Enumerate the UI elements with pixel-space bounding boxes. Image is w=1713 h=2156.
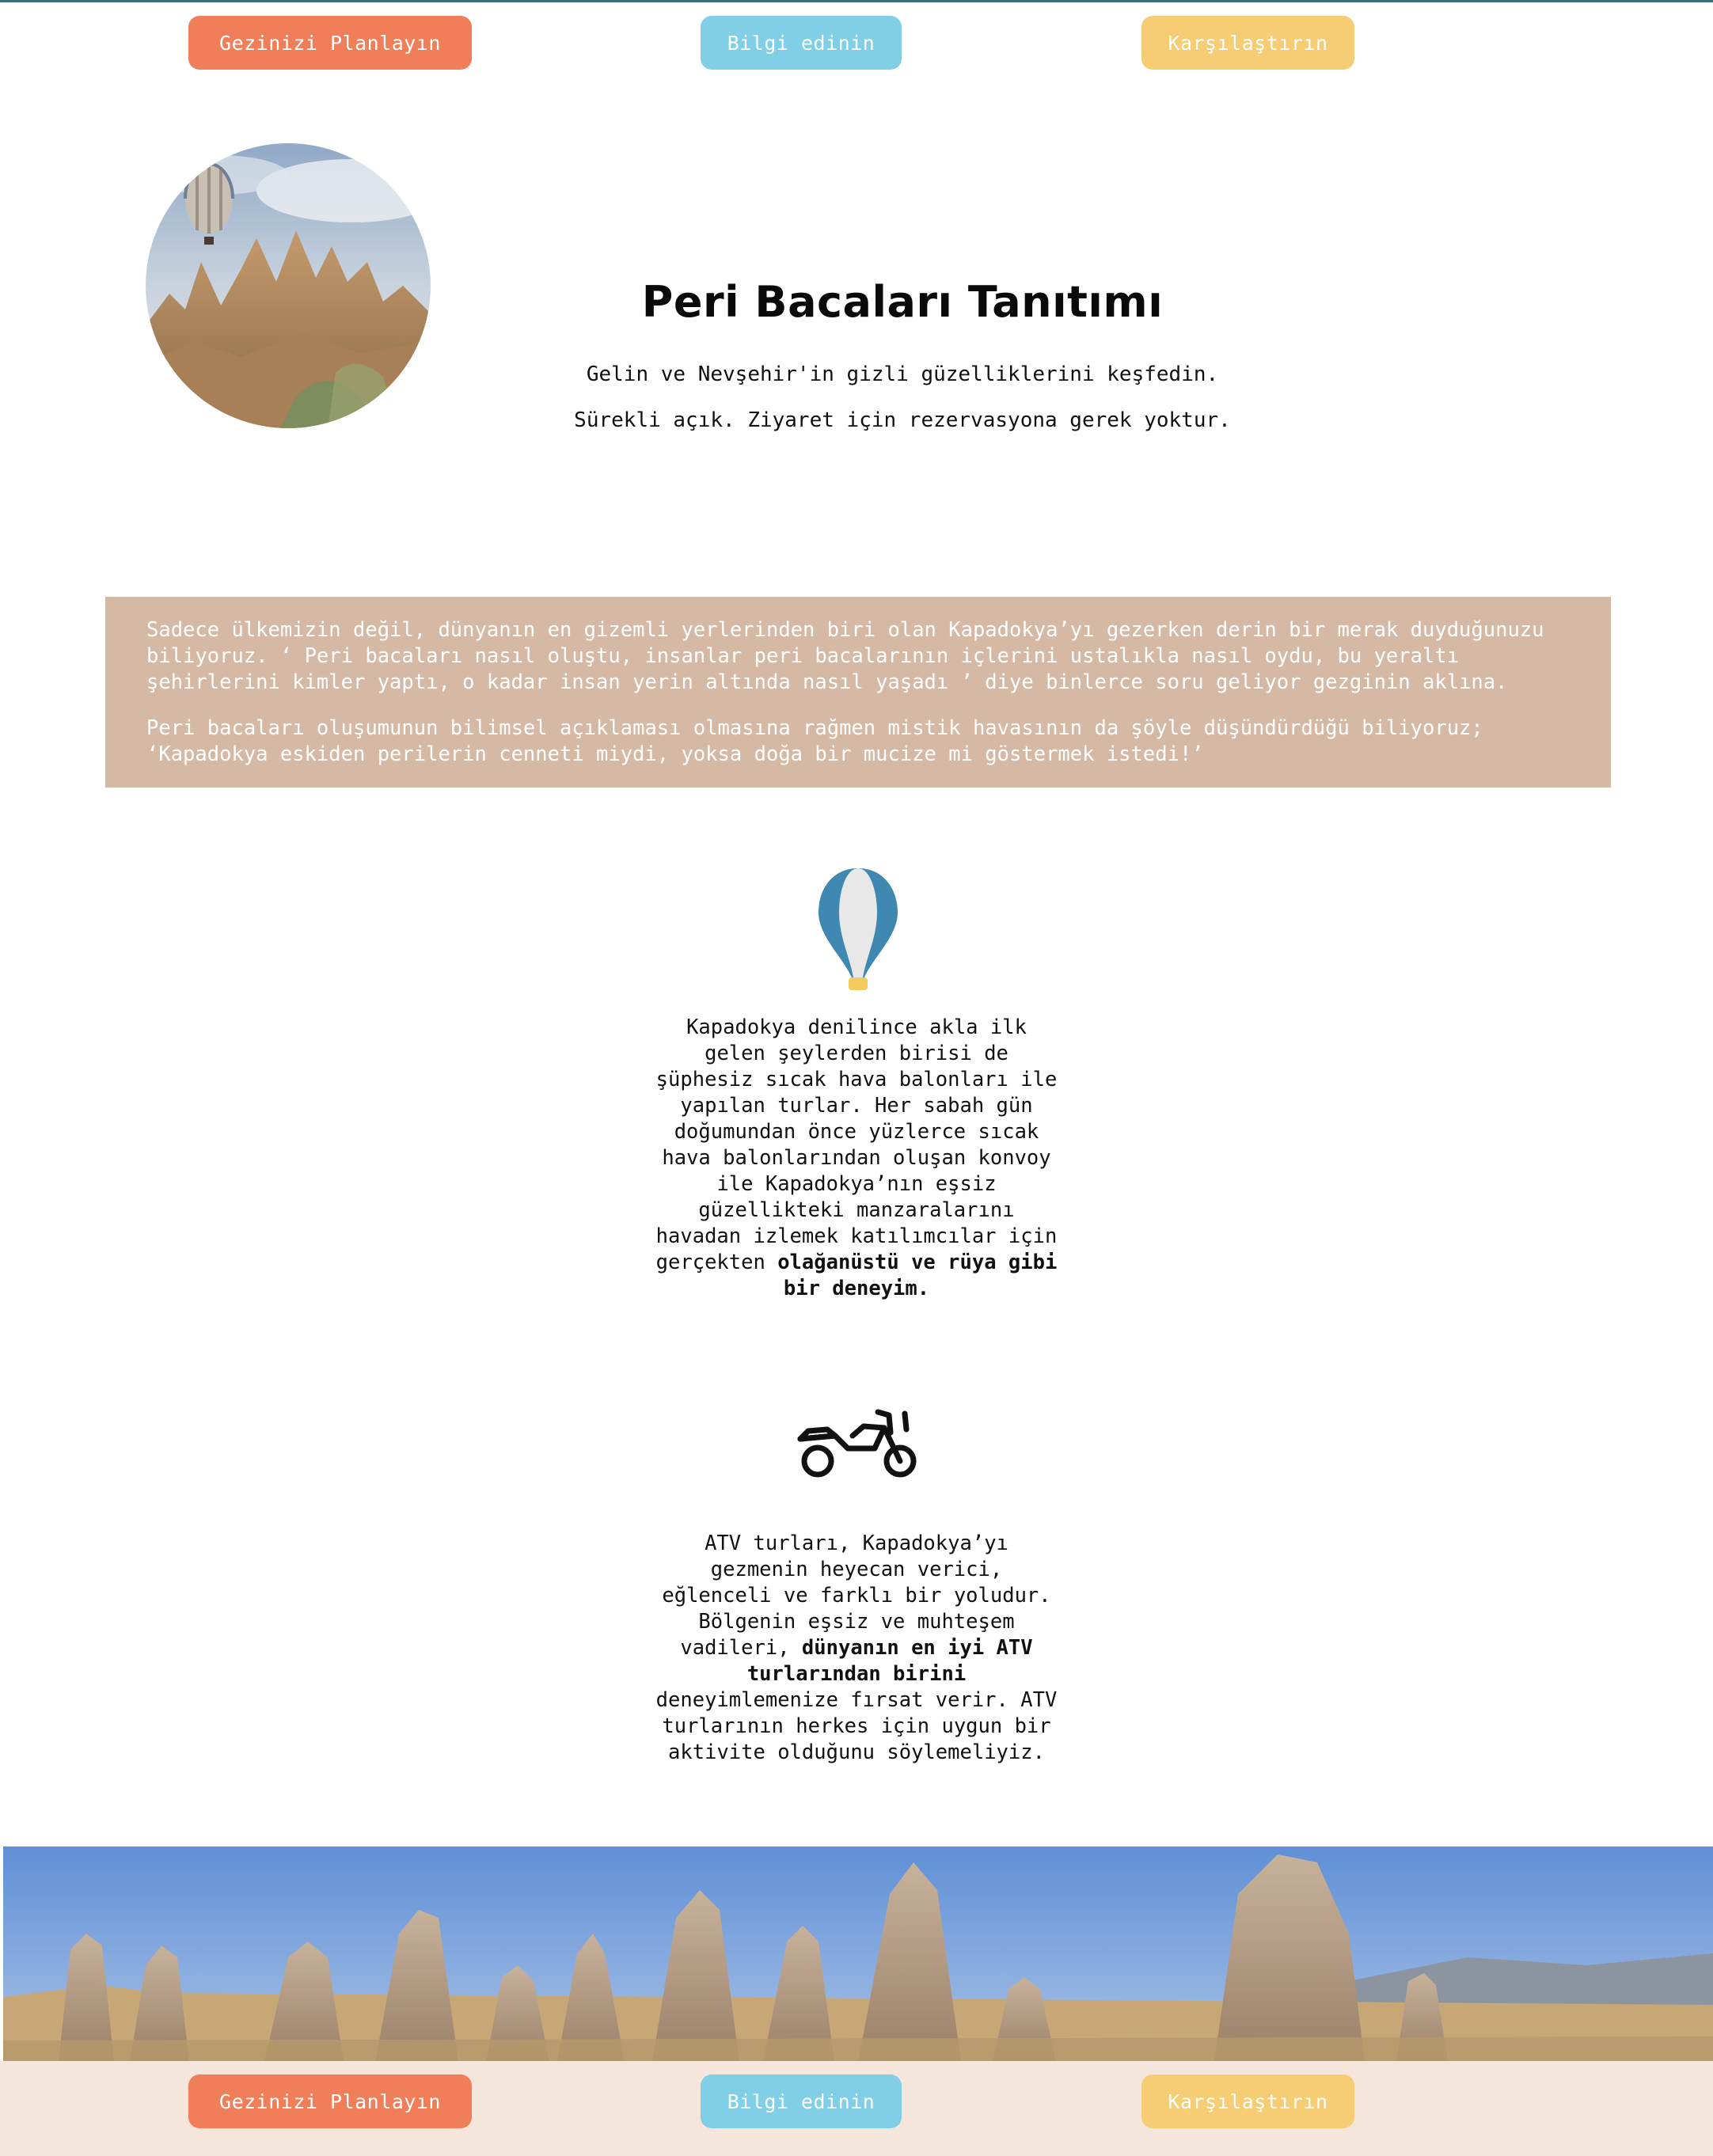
footer-compare-button[interactable]: Karşılaştırın: [1141, 2074, 1354, 2128]
plan-trip-button[interactable]: Gezinizi Planlayın: [188, 16, 472, 70]
footer-plan-trip-button[interactable]: Gezinizi Planlayın: [188, 2074, 472, 2128]
hot-air-balloon-icon: [815, 865, 901, 992]
get-info-button[interactable]: Bilgi edinin: [701, 16, 902, 70]
fairy-chimneys-panorama: [3, 1847, 1713, 2062]
atv-text-end: deneyimlemenize fırsat verir. ATV turlar…: [655, 1688, 1058, 1764]
intro-paragraph-2: Peri bacaları oluşumunun bilimsel açıkla…: [146, 716, 1483, 766]
hero-subtitle: Gelin ve Nevşehir'in gizli güzelliklerin…: [586, 362, 1219, 386]
top-border-line: [0, 0, 1713, 2]
compare-button[interactable]: Karşılaştırın: [1141, 16, 1354, 70]
balloon-text-highlight: olağanüstü ve rüya gibi bir deneyim.: [777, 1251, 1058, 1300]
intro-paragraph-1: Sadece ülkemizin değil, dünyanın en gize…: [146, 618, 1544, 694]
hero-fairy-chimneys-photo: [146, 143, 431, 428]
balloon-text: Kapadokya denilince akla ilk gelen şeyle…: [655, 1015, 1058, 1274]
intro-box: Sadece ülkemizin değil, dünyanın en gize…: [105, 597, 1611, 788]
balloon-feature-text: Kapadokya denilince akla ilk gelen şeyle…: [655, 1015, 1058, 1302]
page-title: Peri Bacaları Tanıtımı: [641, 277, 1164, 327]
footer-get-info-button[interactable]: Bilgi edinin: [701, 2074, 902, 2128]
hero-opening-info: Sürekli açık. Ziyaret için rezervasyona …: [574, 408, 1231, 432]
atv-feature-text: ATV turları, Kapadokya’yı gezmenin heyec…: [655, 1531, 1058, 1766]
motorcycle-icon: [796, 1406, 922, 1482]
